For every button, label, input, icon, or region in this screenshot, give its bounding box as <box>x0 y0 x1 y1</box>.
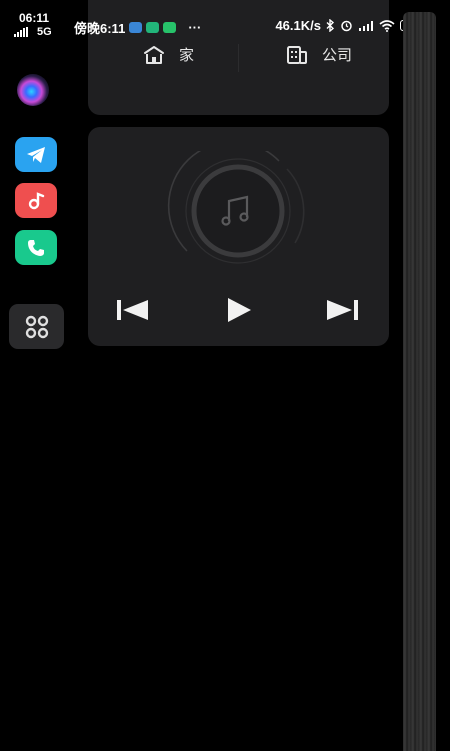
phone-app-button[interactable] <box>15 230 57 265</box>
signal-icon <box>14 27 28 37</box>
notification-icon <box>129 22 143 33</box>
phone-icon <box>28 239 44 256</box>
edge-panel-strip <box>403 12 436 751</box>
music-icon <box>28 191 45 209</box>
company-icon <box>287 45 307 64</box>
next-button[interactable] <box>325 295 361 325</box>
network-speed: 46.1K/s <box>275 18 321 33</box>
alarm-icon <box>341 20 352 32</box>
cellular-icon <box>359 20 373 31</box>
siri-icon[interactable] <box>17 74 49 106</box>
more-notifications: ··· <box>188 20 202 35</box>
previous-icon <box>117 300 148 320</box>
previous-button[interactable] <box>115 295 151 325</box>
wifi-icon <box>379 19 395 32</box>
nav-home-label: 家 <box>179 47 195 64</box>
bluetooth-icon <box>326 19 335 32</box>
next-icon <box>327 300 358 320</box>
music-player-card <box>88 127 389 346</box>
network-type: 5G <box>37 26 52 38</box>
telegram-app-button[interactable] <box>15 137 57 172</box>
nav-company-button[interactable]: 公司 <box>286 44 352 65</box>
home-icon <box>144 45 164 64</box>
nav-company-label: 公司 <box>322 47 353 64</box>
status-bar-right: 46.1K/s 65 <box>275 18 427 33</box>
play-button[interactable] <box>221 295 257 325</box>
album-disc[interactable] <box>167 151 309 271</box>
status-bar-left: 傍晚6:11 ··· <box>74 18 201 37</box>
notification-icon <box>146 22 160 33</box>
nav-home-button[interactable]: 家 <box>143 44 194 65</box>
rail-time: 06:11 <box>19 11 50 25</box>
status-time: 傍晚6:11 <box>74 21 126 36</box>
notification-icon <box>163 22 177 33</box>
apps-grid-icon <box>25 315 48 338</box>
music-app-button[interactable] <box>15 183 57 218</box>
nav-divider <box>238 44 239 72</box>
app-drawer-button[interactable] <box>9 304 64 349</box>
telegram-icon <box>27 146 45 163</box>
left-sidebar: 06:11 5G <box>0 0 74 751</box>
play-icon <box>228 298 251 322</box>
